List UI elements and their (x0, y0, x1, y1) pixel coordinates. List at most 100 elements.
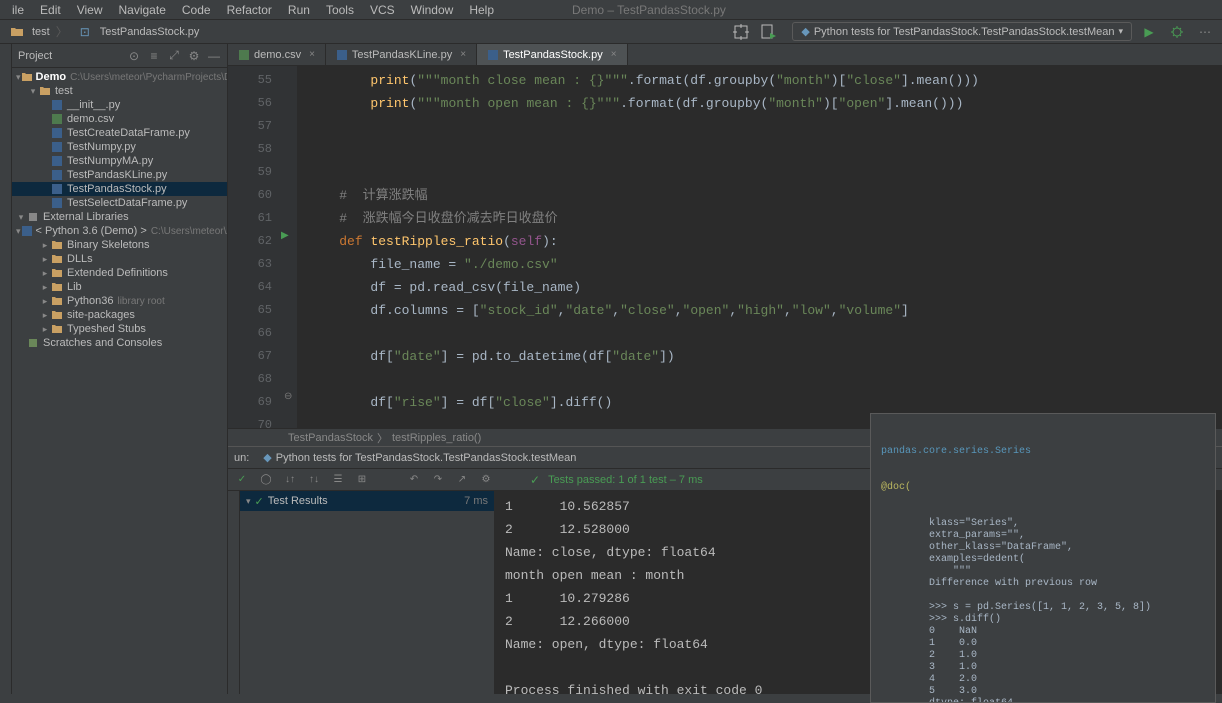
tree-row[interactable]: TestNumpyMA.py (12, 154, 227, 168)
gear-icon[interactable]: ⚙ (187, 49, 201, 63)
tab-label: TestPandasStock.py (503, 49, 603, 61)
tree-row[interactable]: Extended Definitions (12, 266, 227, 280)
run-file-icon[interactable] (758, 21, 780, 43)
tree-label: site-packages (67, 309, 135, 321)
doc-decorator: @doc( (881, 482, 1205, 494)
test-results-tree[interactable]: ▾ ✓ Test Results 7 ms (240, 491, 495, 694)
tree-row[interactable]: Binary Skeletons (12, 238, 227, 252)
hide-icon[interactable]: — (207, 49, 221, 63)
breadcrumb-class[interactable]: TestPandasStock (288, 432, 373, 444)
csv-icon (50, 112, 64, 126)
test-results-root[interactable]: ▾ ✓ Test Results 7 ms (240, 491, 494, 511)
tree-arrow-icon[interactable] (40, 268, 50, 279)
run-button[interactable]: ▶ (1138, 21, 1160, 43)
tree-row[interactable]: site-packages (12, 308, 227, 322)
more-actions-icon[interactable]: ⋯ (1194, 21, 1216, 43)
csv-icon (238, 49, 250, 61)
tree-arrow-icon[interactable] (40, 310, 50, 321)
target-icon[interactable] (730, 21, 752, 43)
sort-down-icon[interactable]: ↓↑ (282, 472, 298, 488)
navigation-bar: test 〉 ⊡ TestPandasStock.py ◆ Python tes… (0, 20, 1222, 44)
filter-icon[interactable]: ☰ (330, 472, 346, 488)
run-config-label: Python tests for TestPandasStock.TestPan… (814, 26, 1115, 38)
tree-arrow-icon[interactable] (40, 282, 50, 293)
run-tab[interactable]: ◆ Python tests for TestPandasStock.TestP… (255, 451, 584, 464)
crumb-file[interactable]: TestPandasStock.py (100, 26, 200, 38)
tree-arrow-icon[interactable] (40, 296, 50, 307)
next-icon[interactable]: ↷ (430, 472, 446, 488)
code-editor[interactable]: print("""month close mean : {}""".format… (298, 66, 1222, 428)
menu-run[interactable]: Run (280, 3, 318, 17)
editor-tab[interactable]: TestPandasStock.py × (477, 44, 628, 65)
tree-arrow-icon[interactable] (28, 86, 38, 97)
collapse-icon[interactable]: ≡ (147, 49, 161, 63)
crumb-test[interactable]: test (32, 26, 50, 38)
chevron-right-icon: 〉 (56, 23, 68, 40)
breadcrumb-method[interactable]: testRipples_ratio() (392, 432, 481, 444)
expand-tree-icon[interactable]: ⊞ (354, 472, 370, 488)
menu-tools[interactable]: Tools (318, 3, 362, 17)
menu-file[interactable]: ile (4, 3, 32, 17)
menu-view[interactable]: View (69, 3, 111, 17)
tree-row[interactable]: TestPandasKLine.py (12, 168, 227, 182)
run-configuration-dropdown[interactable]: ◆ Python tests for TestPandasStock.TestP… (792, 22, 1132, 41)
tree-row[interactable]: External Libraries (12, 210, 227, 224)
marker-gutter[interactable]: ▶⊖ (278, 66, 298, 428)
tree-row[interactable]: TestCreateDataFrame.py (12, 126, 227, 140)
menu-code[interactable]: Code (174, 3, 219, 17)
test-results-label: Test Results (268, 495, 328, 507)
menu-vcs[interactable]: VCS (362, 3, 403, 17)
check-icon[interactable]: ✓ (234, 472, 250, 488)
editor-tab[interactable]: TestPandasKLine.py× (326, 44, 477, 65)
circle-icon[interactable]: ◯ (258, 472, 274, 488)
close-icon[interactable]: × (611, 49, 617, 60)
tree-row[interactable]: DLLs (12, 252, 227, 266)
sort-up-icon[interactable]: ↑↓ (306, 472, 322, 488)
tree-row[interactable]: TestPandasStock.py (12, 182, 227, 196)
settings-icon[interactable]: ⚙ (478, 472, 494, 488)
menu-help[interactable]: Help (461, 3, 502, 17)
tree-row[interactable]: TestSelectDataFrame.py (12, 196, 227, 210)
tree-row[interactable]: < Python 3.6 (Demo) >C:\Users\meteor\App… (12, 224, 227, 238)
py-icon (336, 49, 348, 61)
py-icon (50, 126, 64, 140)
menu-refactor[interactable]: Refactor (219, 3, 280, 17)
tab-label: demo.csv (254, 49, 301, 61)
expand-icon[interactable]: ⤢ (167, 49, 181, 63)
tree-row[interactable]: Python36library root (12, 294, 227, 308)
fold-gutter-icon[interactable]: ⊖ (284, 391, 292, 402)
tree-row[interactable]: __init__.py (12, 98, 227, 112)
doc-class-link[interactable]: pandas.core.series.Series (881, 446, 1031, 457)
left-gutter (0, 44, 12, 694)
tree-arrow-icon[interactable] (16, 212, 26, 223)
close-icon[interactable]: × (309, 49, 315, 60)
export-icon[interactable]: ↗ (454, 472, 470, 488)
locate-icon[interactable]: ⊙ (127, 49, 141, 63)
tree-row[interactable]: DemoC:\Users\meteor\PycharmProjects\Demo (12, 70, 227, 84)
menu-navigate[interactable]: Navigate (111, 3, 174, 17)
tree-row[interactable]: TestNumpy.py (12, 140, 227, 154)
run-gutter-icon[interactable]: ▶ (281, 230, 289, 241)
project-tree[interactable]: DemoC:\Users\meteor\PycharmProjects\Demo… (12, 68, 227, 694)
tree-label: Python36 (67, 295, 113, 307)
tree-arrow-icon[interactable] (40, 254, 50, 265)
debug-button[interactable] (1166, 21, 1188, 43)
tree-label: TestSelectDataFrame.py (67, 197, 187, 209)
documentation-popup[interactable]: pandas.core.series.Series @doc( klass="S… (870, 413, 1216, 703)
editor-tab[interactable]: demo.csv × (228, 44, 326, 65)
tree-row[interactable]: Typeshed Stubs (12, 322, 227, 336)
py-icon (50, 182, 64, 196)
tree-row[interactable]: Scratches and Consoles (12, 336, 227, 350)
tree-label: __init__.py (67, 99, 120, 111)
tree-arrow-icon[interactable] (40, 240, 50, 251)
prev-icon[interactable]: ↶ (406, 472, 422, 488)
menu-window[interactable]: Window (403, 3, 462, 17)
menu-edit[interactable]: Edit (32, 3, 69, 17)
tree-row[interactable]: demo.csv (12, 112, 227, 126)
py-icon (50, 98, 64, 112)
tree-row[interactable]: Lib (12, 280, 227, 294)
tree-arrow-icon[interactable] (40, 324, 50, 335)
close-icon[interactable]: × (460, 49, 466, 60)
tree-row[interactable]: test (12, 84, 227, 98)
tree-label: Binary Skeletons (67, 239, 150, 251)
